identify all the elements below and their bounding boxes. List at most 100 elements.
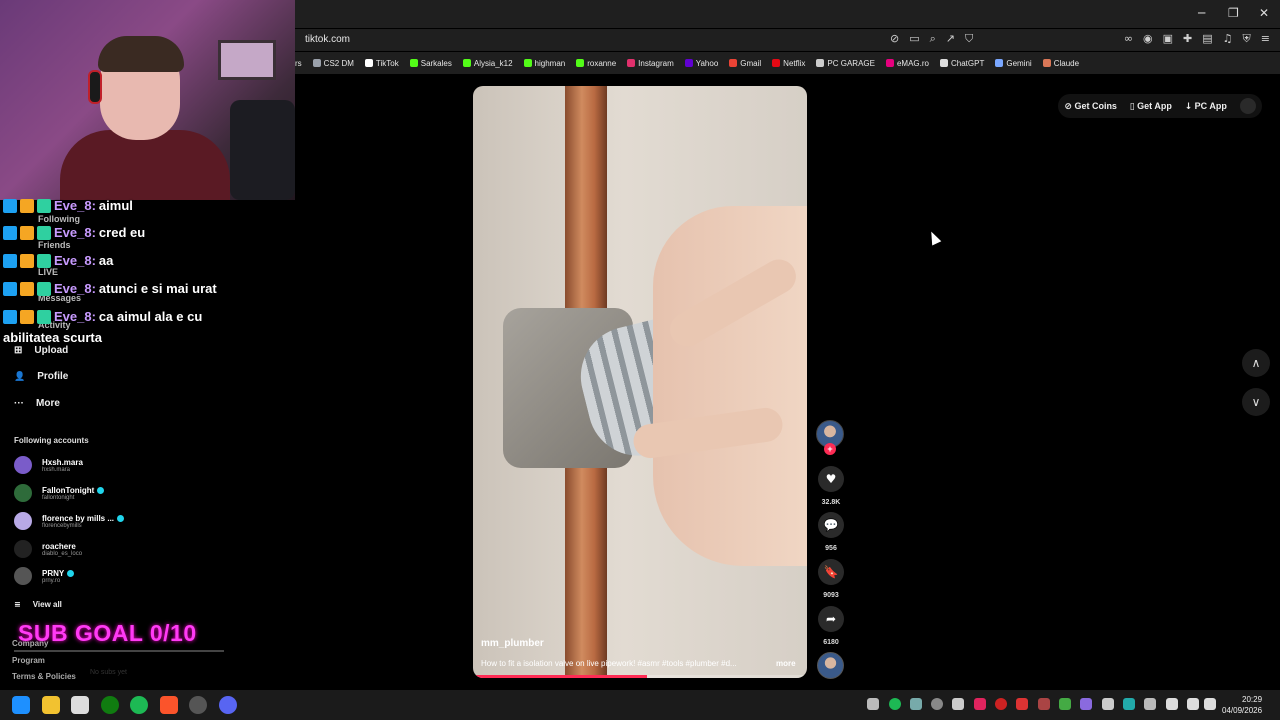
- bookmark-item[interactable]: ChatGPT: [940, 59, 984, 68]
- address-bar[interactable]: tiktok.com ⊘ ▭ ⌕ ↗ ⛉ ∞ ◉ ▣ ✚ ▤ ♫ ⛨ ≡: [295, 29, 1280, 51]
- extensions-icon[interactable]: ✚: [1183, 32, 1192, 46]
- store-icon[interactable]: [71, 696, 89, 714]
- headphones-icon[interactable]: [867, 698, 879, 710]
- spotify-icon[interactable]: [130, 696, 148, 714]
- like-action[interactable]: ♥ 32.8K: [817, 466, 845, 506]
- vpn-icon[interactable]: ∞: [1124, 32, 1133, 46]
- account-name-row: FallonTonight: [42, 485, 105, 495]
- antivirus-icon[interactable]: [995, 698, 1007, 710]
- xbox-icon[interactable]: [101, 696, 119, 714]
- bookmark-item[interactable]: CS2 DM: [312, 59, 354, 68]
- system-clock[interactable]: 20:29 04/09/2026: [1222, 694, 1262, 716]
- sidebar-item-friends[interactable]: Friends: [38, 240, 71, 250]
- brave-shield-icon[interactable]: ⛉: [965, 32, 973, 46]
- obs-tray-icon[interactable]: [931, 698, 943, 710]
- bookmark-item[interactable]: roxanne: [576, 59, 616, 68]
- next-video-button[interactable]: ∨: [1242, 388, 1270, 416]
- bookmark-item[interactable]: Netflix: [772, 59, 805, 68]
- gpu-icon[interactable]: [1016, 698, 1028, 710]
- discord-icon[interactable]: [219, 696, 237, 714]
- battery-app-icon[interactable]: [1038, 698, 1050, 710]
- share-icon[interactable]: ↗: [946, 32, 955, 46]
- mic-icon[interactable]: [1166, 698, 1178, 710]
- screenshot-icon[interactable]: ▣: [1163, 32, 1173, 46]
- close-icon[interactable]: ✕: [1259, 6, 1269, 20]
- sidebar-item-live[interactable]: LIVE: [38, 267, 58, 277]
- media-icon[interactable]: ♫: [1223, 32, 1233, 46]
- follow-plus-icon[interactable]: +: [824, 443, 836, 455]
- heart-icon[interactable]: ♥: [818, 466, 844, 492]
- sidebar-item-upload[interactable]: ⊞ Upload: [14, 345, 68, 356]
- edge-icon[interactable]: [1123, 698, 1135, 710]
- bookmark-icon[interactable]: 🔖: [818, 559, 844, 585]
- following-account[interactable]: roachere diablo_es_loco: [14, 540, 82, 558]
- following-account[interactable]: Hxsh.mara hxsh.mara: [14, 456, 83, 474]
- account-handle: florencebymills: [42, 522, 82, 529]
- comment-action[interactable]: 💬 956: [817, 512, 845, 552]
- save-action[interactable]: 🔖 9093: [817, 559, 845, 599]
- bookmark-item[interactable]: highman: [523, 59, 565, 68]
- following-account[interactable]: FallonTonight fallontonight: [14, 484, 105, 502]
- previous-video-button[interactable]: ∧: [1242, 349, 1270, 377]
- webcam-overlay: [0, 0, 295, 200]
- footer-program[interactable]: Program: [12, 656, 45, 665]
- video-username[interactable]: mm_plumber: [481, 638, 544, 649]
- video-player[interactable]: mm_plumber How to fit a isolation valve …: [473, 86, 807, 678]
- restore-icon[interactable]: ❐: [1228, 6, 1239, 20]
- file-explorer-icon[interactable]: [42, 696, 60, 714]
- following-account[interactable]: PRNY prny.ro: [14, 567, 75, 585]
- chevron-tray-icon[interactable]: [1144, 698, 1156, 710]
- sidebar-item-profile[interactable]: 👤 Profile: [14, 371, 68, 382]
- translate-icon[interactable]: ⊘: [890, 32, 899, 46]
- user-avatar-icon[interactable]: [1239, 98, 1256, 114]
- steam-icon[interactable]: [910, 698, 922, 710]
- view-all-link[interactable]: ≡ View all: [14, 600, 62, 609]
- pc-app-button[interactable]: ↓ PC App: [1185, 101, 1227, 112]
- cast-icon[interactable]: ▭: [909, 32, 919, 46]
- get-app-button[interactable]: ▯ Get App: [1130, 101, 1172, 112]
- bookmark-item[interactable]: Gemini: [995, 59, 1032, 68]
- bookmark-item[interactable]: PC GARAGE: [816, 59, 875, 68]
- nvidia-icon[interactable]: [1059, 698, 1071, 710]
- wallet-icon[interactable]: ◉: [1143, 32, 1153, 46]
- sidebar-toggle-icon[interactable]: ▤: [1202, 32, 1212, 46]
- bookmark-item[interactable]: eMAG.ro: [885, 59, 929, 68]
- sidebar-item-following[interactable]: Following: [38, 214, 80, 224]
- following-account[interactable]: florence by mills ... florencebymills: [14, 512, 125, 530]
- brave-icon[interactable]: [160, 696, 178, 714]
- comment-icon[interactable]: 💬: [818, 512, 844, 538]
- url-text[interactable]: tiktok.com: [305, 34, 350, 45]
- bookmark-item[interactable]: Instagram: [627, 59, 674, 68]
- bookmark-item[interactable]: Alysia_k12: [462, 59, 513, 68]
- volume-icon[interactable]: [1204, 698, 1216, 710]
- music-avatar[interactable]: [817, 652, 844, 679]
- minimize-icon[interactable]: ─: [1198, 6, 1205, 20]
- app-tray-icon[interactable]: [952, 698, 964, 710]
- bookmark-item[interactable]: rs: [295, 59, 302, 68]
- usb-icon[interactable]: [1102, 698, 1114, 710]
- video-progress[interactable]: [473, 675, 807, 678]
- zoom-icon[interactable]: ⌕: [930, 32, 936, 46]
- shield-icon[interactable]: ⛨: [1243, 32, 1251, 46]
- network-icon[interactable]: [1187, 698, 1199, 710]
- sub-goal-bar: [14, 650, 224, 652]
- bookmark-item[interactable]: Gmail: [729, 59, 761, 68]
- footer-terms[interactable]: Terms & Policies: [12, 672, 76, 681]
- pen-icon[interactable]: [1080, 698, 1092, 710]
- spotify-tray-icon[interactable]: [889, 698, 901, 710]
- menu-icon[interactable]: ≡: [1261, 32, 1270, 46]
- bookmark-item[interactable]: TikTok: [364, 59, 399, 68]
- windows-start-icon[interactable]: [12, 696, 30, 714]
- recorder-icon[interactable]: [974, 698, 986, 710]
- caption-more-link[interactable]: more: [776, 659, 796, 668]
- footer-company[interactable]: Company: [12, 639, 48, 648]
- get-coins-button[interactable]: ⊘ Get Coins: [1064, 101, 1117, 112]
- bookmark-item[interactable]: Yahoo: [684, 59, 718, 68]
- sidebar-item-more[interactable]: ··· More: [14, 398, 60, 409]
- share-action[interactable]: ➦ 6180: [817, 606, 845, 646]
- bookmark-item[interactable]: Claude: [1042, 59, 1079, 68]
- account-name: FallonTonight: [42, 485, 95, 495]
- bookmark-item[interactable]: Sarkales: [409, 59, 452, 68]
- obs-icon[interactable]: [189, 696, 207, 714]
- share-icon[interactable]: ➦: [818, 606, 844, 632]
